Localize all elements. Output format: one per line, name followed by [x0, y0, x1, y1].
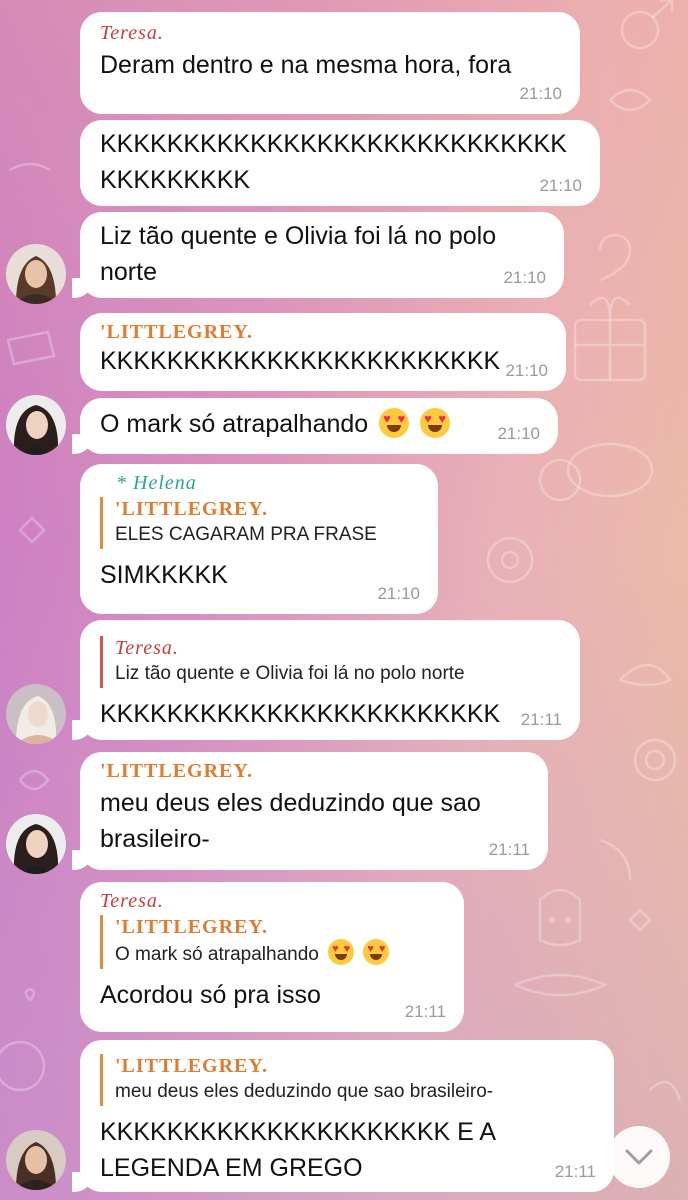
bubble-tail [72, 850, 94, 870]
message-text: Liz tão quente e Olivia foi lá no polo n… [100, 222, 497, 286]
avatar[interactable] [6, 814, 66, 874]
message-text-content: O mark só atrapalhando [100, 410, 369, 438]
bubble-tail [72, 1172, 94, 1192]
reply-quote[interactable]: 'LITTLEGREY. meu deus eles deduzindo que… [100, 1054, 596, 1106]
reply-text: meu deus eles deduzindo que sao brasilei… [115, 1081, 494, 1102]
message-text: KKKKKKKKKKKKKKKKKKKKKKKK [100, 700, 501, 728]
message-bubble[interactable]: Liz tão quente e Olivia foi lá no polo n… [72, 212, 564, 298]
bubble-tail [72, 720, 94, 740]
reply-sender: 'LITTLEGREY. [115, 498, 268, 520]
message-bubble[interactable]: Teresa. Deram dentro e na mesma hora, fo… [80, 12, 580, 114]
message-text: KKKKKKKKKKKKKKKKKKKKKKKKKKKK KKKKKKKKK [100, 130, 567, 194]
message-time: 21:11 [520, 710, 562, 729]
reply-text: ELES CAGARAM PRA FRASE [115, 524, 377, 545]
avatar[interactable] [6, 395, 66, 455]
sender-name[interactable]: 'LITTLEGREY. [100, 321, 548, 344]
message-bubble[interactable]: 'LITTLEGREY. meu deus eles deduzindo que… [72, 752, 548, 870]
heart-eyes-emoji [420, 408, 451, 438]
chat-screen: { "messages": [ {"sender": "Teresa.", "t… [0, 0, 688, 1200]
message-text: KKKKKKKKKKKKKKKKKKKKKKKK [100, 347, 501, 375]
message-bubble[interactable]: * Helena 'LITTLEGREY. ELES CAGARAM PRA F… [80, 464, 438, 614]
message-time: 21:11 [404, 1002, 446, 1021]
reply-quote[interactable]: Teresa. Liz tão quente e Olivia foi lá n… [100, 636, 562, 688]
message-text: Acordou só pra isso [100, 981, 321, 1009]
chevron-down-icon [625, 1149, 653, 1165]
reply-text: O mark só atrapalhando [115, 939, 446, 969]
heart-eyes-emoji [328, 939, 355, 965]
bubble-tail [72, 434, 94, 454]
sender-name[interactable]: 'LITTLEGREY. [100, 760, 530, 783]
message-text: O mark só atrapalhando [100, 406, 540, 442]
message-text: SIMKKKKK [100, 561, 228, 589]
scroll-to-bottom-button[interactable] [608, 1126, 670, 1188]
sender-name[interactable]: Teresa. [100, 22, 562, 45]
message-time: 21:11 [488, 840, 530, 859]
message-bubble[interactable]: 'LITTLEGREY. meu deus eles deduzindo que… [72, 1040, 614, 1192]
reply-quote[interactable]: 'LITTLEGREY. O mark só atrapalhando [100, 915, 446, 969]
reply-sender: Teresa. [115, 637, 179, 659]
message-time: 21:10 [519, 84, 562, 103]
message-text: Deram dentro e na mesma hora, fora [100, 51, 512, 79]
reply-sender: 'LITTLEGREY. [115, 1055, 268, 1077]
message-time: 21:10 [377, 584, 420, 603]
reply-sender: 'LITTLEGREY. [115, 916, 268, 938]
message-bubble[interactable]: O mark só atrapalhando 21:10 [72, 398, 558, 454]
bubble-tail [72, 278, 94, 298]
message-time: 21:10 [505, 361, 548, 380]
reply-text-content: O mark só atrapalhando [115, 944, 319, 965]
message-text: KKKKKKKKKKKKKKKKKKKKK E A LEGENDA EM GRE… [100, 1118, 497, 1182]
avatar[interactable] [6, 244, 66, 304]
message-time: 21:10 [497, 424, 540, 443]
message-text: meu deus eles deduzindo que sao brasilei… [100, 789, 481, 853]
sender-name[interactable]: Teresa. [100, 890, 446, 913]
message-bubble[interactable]: KKKKKKKKKKKKKKKKKKKKKKKKKKKK KKKKKKKKK 2… [80, 120, 600, 206]
message-bubble[interactable]: Teresa. Liz tão quente e Olivia foi lá n… [72, 620, 580, 740]
reply-text: Liz tão quente e Olivia foi lá no polo n… [115, 663, 465, 684]
message-bubble[interactable]: Teresa. 'LITTLEGREY. O mark só atrapalha… [80, 882, 464, 1032]
message-time: 21:10 [503, 268, 546, 287]
avatar[interactable] [6, 1130, 66, 1190]
heart-eyes-emoji [363, 939, 390, 965]
message-time: 21:11 [554, 1162, 596, 1181]
message-bubble[interactable]: 'LITTLEGREY. KKKKKKKKKKKKKKKKKKKKKKKK 21… [80, 313, 566, 391]
reply-quote[interactable]: 'LITTLEGREY. ELES CAGARAM PRA FRASE [100, 497, 420, 549]
avatar[interactable] [6, 684, 66, 744]
heart-eyes-emoji [379, 408, 410, 438]
sender-name[interactable]: * Helena [100, 472, 420, 495]
message-time: 21:10 [539, 176, 582, 195]
